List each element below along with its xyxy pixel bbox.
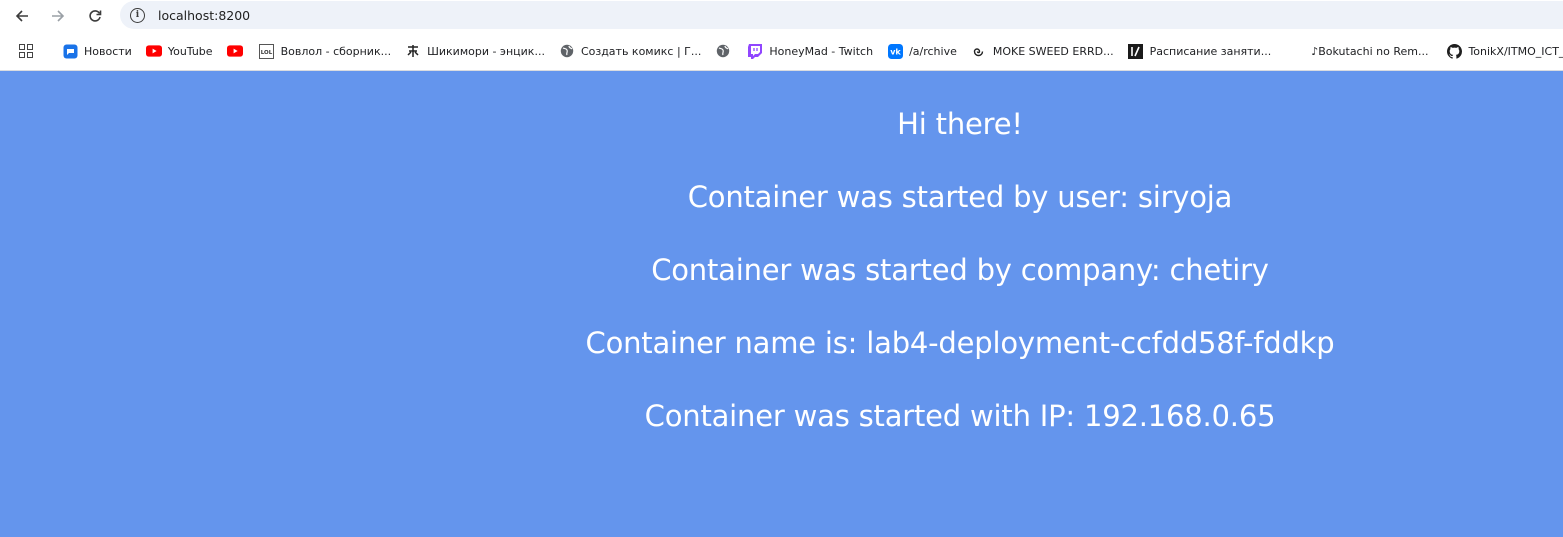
shikimori-icon [405, 43, 421, 59]
bookmark-archive[interactable]: vk /a/rchive [887, 43, 957, 59]
chat-icon [62, 43, 78, 59]
bookmark-globe[interactable] [715, 43, 731, 59]
bookmark-label: ♪Bokutachi no Rem... [1311, 44, 1429, 58]
bookmark-moke[interactable]: MOKE SWEED ERRD... [971, 43, 1114, 59]
vk-icon: vk [887, 43, 903, 59]
bookmark-schedule[interactable]: Расписание заняти... [1128, 43, 1272, 59]
container-name-line: Container name is: lab4-deployment-ccfdd… [585, 326, 1335, 360]
bookmark-label: HoneyMad - Twitch [769, 44, 874, 58]
bookmark-comic[interactable]: Создать комикс | Г... [559, 43, 701, 59]
bookmark-label: TonikX/ITMO_ICT_ [1468, 44, 1563, 58]
github-icon [1446, 43, 1462, 59]
bookmark-label: Расписание заняти... [1149, 44, 1272, 58]
svg-text:vk: vk [890, 47, 901, 56]
bookmark-label: Вовлол - сборник... [280, 44, 392, 58]
reload-button[interactable] [81, 2, 109, 30]
bookmark-label: Создать комикс | Г... [580, 44, 702, 58]
itmo-icon [1128, 43, 1144, 59]
bookmark-bokutachi[interactable]: ♪Bokutachi no Rem... [1311, 45, 1428, 58]
globe-icon [715, 43, 731, 59]
back-button[interactable] [8, 2, 36, 30]
address-bar[interactable]: i localhost:8200 [120, 1, 1563, 29]
browser-toolbar: i localhost:8200 [0, 0, 1563, 32]
bookmark-label: YouTube [167, 44, 213, 58]
spiral-icon [971, 43, 987, 59]
forward-button[interactable] [44, 2, 72, 30]
bookmark-novosti[interactable]: Новости [62, 43, 132, 59]
youtube-icon [145, 43, 162, 59]
page-content: Hi there! Container was started by user:… [0, 71, 1563, 537]
youtube-icon [226, 43, 243, 59]
company-line: Container was started by company: chetir… [651, 253, 1269, 287]
globe-icon [559, 43, 575, 59]
apps-grid-icon[interactable] [19, 44, 33, 58]
bookmark-label: MOKE SWEED ERRD... [992, 44, 1114, 58]
svg-text:LOL: LOL [261, 50, 273, 56]
arrow-left-icon [15, 10, 28, 22]
user-line: Container was started by user: siryoja [687, 180, 1233, 214]
bookmark-twitch[interactable]: HoneyMad - Twitch [747, 43, 873, 59]
bookmark-youtube-2[interactable] [226, 43, 243, 59]
bookmark-vovlol[interactable]: LOL Вовлол - сборник... [259, 43, 392, 59]
greeting-text: Hi there! [897, 107, 1023, 141]
site-info-icon[interactable]: i [130, 7, 145, 23]
ip-line: Container was started with IP: 192.168.0… [644, 399, 1276, 433]
bookmark-shikimori[interactable]: Шикимори - энцик... [405, 43, 545, 59]
bookmark-youtube[interactable]: YouTube [145, 43, 213, 59]
bookmark-github[interactable]: TonikX/ITMO_ICT_ [1446, 43, 1563, 59]
url-text[interactable]: localhost:8200 [158, 8, 250, 23]
bookmark-label: Шикимори - энцик... [427, 44, 545, 58]
bookmark-label: Новости [84, 44, 132, 58]
bookmarks-bar: Новости YouTube LOL Вовлол - сборник... … [0, 32, 1563, 71]
arrow-right-icon [52, 10, 65, 22]
reload-icon [89, 10, 102, 22]
twitch-icon [747, 43, 763, 59]
bookmark-label: /a/rchive [909, 44, 957, 58]
lol-icon: LOL [259, 43, 275, 59]
